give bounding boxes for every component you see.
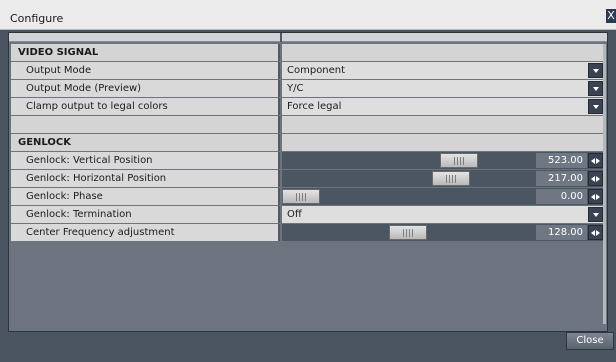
row-genlock-horizontal[interactable]: Genlock: Horizontal Position 217.00 xyxy=(11,170,603,188)
property-label: Genlock: Termination xyxy=(11,206,280,223)
row-genlock-termination[interactable]: Genlock: Termination Off xyxy=(11,206,603,224)
row-output-mode[interactable]: Output Mode Component xyxy=(11,62,603,80)
vertical-position-slider[interactable] xyxy=(282,152,534,169)
row-genlock-phase[interactable]: Genlock: Phase 0.00 xyxy=(11,188,603,206)
property-grid: VIDEO SIGNAL Output Mode Component Outpu… xyxy=(11,44,603,242)
value-field[interactable]: 0.00 xyxy=(536,189,587,204)
left-right-arrows-icon[interactable] xyxy=(588,153,603,168)
select-value: Off xyxy=(287,209,302,220)
property-label: Genlock: Phase xyxy=(11,188,280,205)
value-field[interactable]: 217.00 xyxy=(536,171,587,186)
left-right-arrows-icon[interactable] xyxy=(588,171,603,186)
section-header: VIDEO SIGNAL xyxy=(11,44,280,61)
row-genlock-vertical[interactable]: Genlock: Vertical Position 523.00 xyxy=(11,152,603,170)
chevron-down-icon[interactable] xyxy=(588,99,603,114)
title-bar: Configure X xyxy=(0,0,616,30)
select-value: Y/C xyxy=(287,83,304,94)
row-center-frequency[interactable]: Center Frequency adjustment 128.00 xyxy=(11,224,603,242)
property-label: Genlock: Vertical Position xyxy=(11,152,280,169)
section-video-signal: VIDEO SIGNAL xyxy=(11,44,603,62)
value-field[interactable]: 128.00 xyxy=(536,225,587,240)
settings-panel: VIDEO SIGNAL Output Mode Component Outpu… xyxy=(8,32,608,332)
row-clamp-legal-colors[interactable]: Clamp output to legal colors Force legal xyxy=(11,98,603,116)
property-label: Output Mode (Preview) xyxy=(11,80,280,97)
section-header: GENLOCK xyxy=(11,134,280,151)
spacer-row xyxy=(11,116,603,134)
slider-thumb[interactable] xyxy=(440,153,478,168)
output-mode-select[interactable]: Component xyxy=(282,62,603,79)
chevron-down-icon[interactable] xyxy=(588,81,603,96)
row-output-mode-preview[interactable]: Output Mode (Preview) Y/C xyxy=(11,80,603,98)
chevron-down-icon[interactable] xyxy=(588,207,603,222)
section-genlock: GENLOCK xyxy=(11,134,603,152)
column-divider[interactable] xyxy=(280,33,282,42)
phase-slider[interactable] xyxy=(282,188,534,205)
property-label: Genlock: Horizontal Position xyxy=(11,170,280,187)
termination-select[interactable]: Off xyxy=(282,206,603,223)
clamp-legal-colors-select[interactable]: Force legal xyxy=(282,98,603,115)
grid-column-header xyxy=(9,33,607,42)
window-title: Configure xyxy=(10,12,64,25)
select-value: Force legal xyxy=(287,101,342,112)
left-right-arrows-icon[interactable] xyxy=(588,189,603,204)
dialog-footer xyxy=(0,332,616,362)
value-field[interactable]: 523.00 xyxy=(536,153,587,168)
slider-thumb[interactable] xyxy=(282,189,320,204)
left-right-arrows-icon[interactable] xyxy=(588,225,603,240)
horizontal-position-slider[interactable] xyxy=(282,170,534,187)
property-label: Output Mode xyxy=(11,62,280,79)
chevron-down-icon[interactable] xyxy=(588,63,603,78)
property-label: Clamp output to legal colors xyxy=(11,98,280,115)
select-value: Component xyxy=(287,65,346,76)
close-button[interactable]: Close xyxy=(566,332,614,350)
scrollbar[interactable] xyxy=(603,44,606,324)
slider-thumb[interactable] xyxy=(389,225,427,240)
property-label: Center Frequency adjustment xyxy=(11,224,280,241)
center-frequency-slider[interactable] xyxy=(282,224,534,241)
output-mode-preview-select[interactable]: Y/C xyxy=(282,80,603,97)
slider-thumb[interactable] xyxy=(432,171,470,186)
window-close-icon[interactable]: X xyxy=(606,9,616,23)
